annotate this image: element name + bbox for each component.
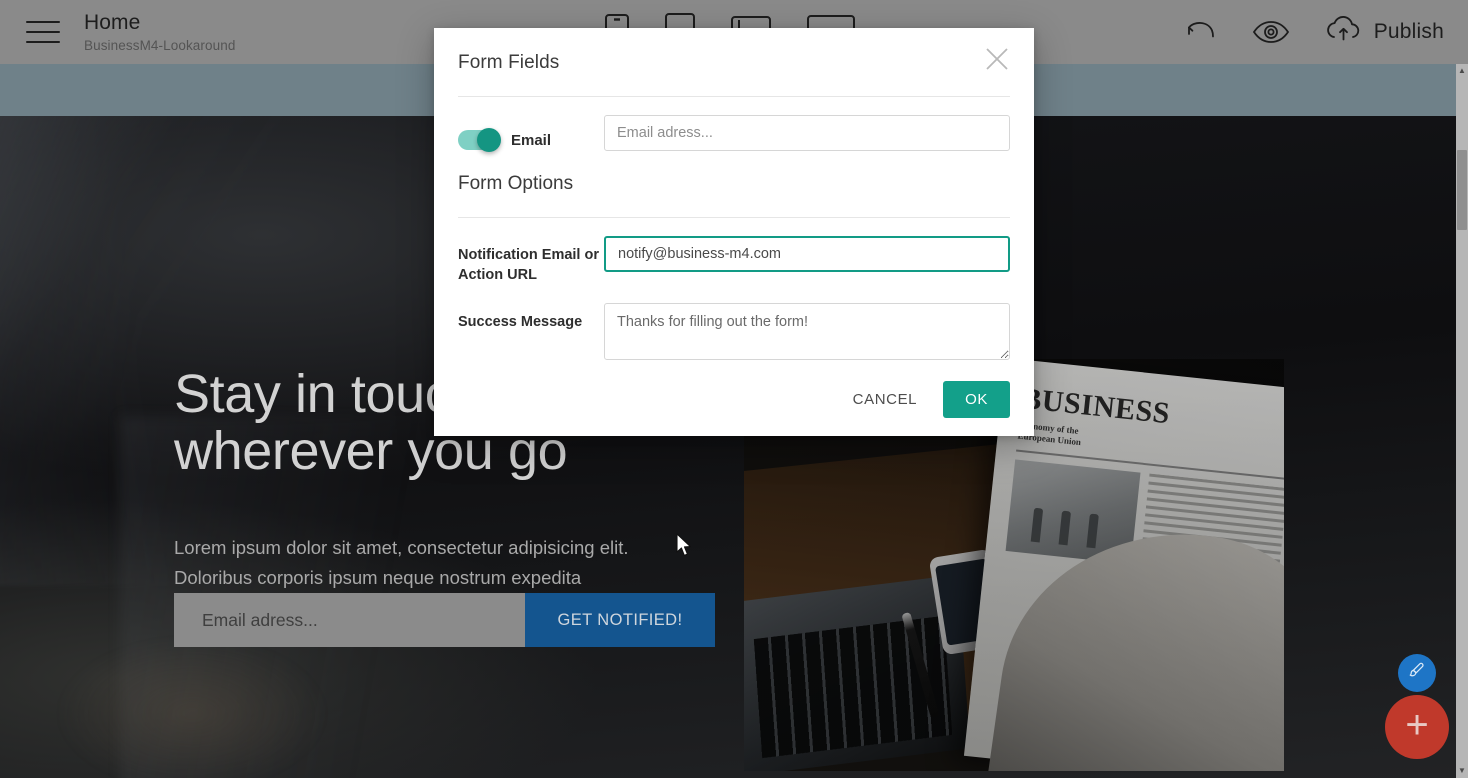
hamburger-menu-icon[interactable] [26,21,60,43]
page-scrollbar[interactable]: ▲ ▼ [1456,64,1468,778]
close-x-icon[interactable] [980,42,1014,76]
add-block-button[interactable]: + [1385,695,1449,759]
dialog-header: Form Fields [434,28,1034,74]
scroll-up-arrow[interactable]: ▲ [1456,64,1468,78]
cancel-button[interactable]: CANCEL [841,382,929,417]
notification-email-input[interactable] [604,236,1010,272]
project-title-block: Home BusinessM4-Lookaround [84,11,235,54]
field-row-success-message: Success Message [434,303,1034,365]
notification-label-col: Notification Email or Action URL [458,236,604,285]
options-divider [458,217,1010,218]
email-toggle-col: Email [458,115,604,152]
scrollbar-thumb[interactable] [1457,150,1467,230]
hero-email-input[interactable] [174,593,525,647]
email-field-toggle[interactable] [458,128,501,152]
email-field-label: Email [511,131,552,149]
success-message-label-col: Success Message [458,303,604,332]
publish-label: Publish [1373,20,1444,43]
notification-input-col [604,236,1010,272]
success-message-col [604,303,1010,365]
eye-icon[interactable] [1252,19,1290,45]
cloud-upload-icon [1324,15,1364,49]
get-notified-button[interactable]: GET NOTIFIED! [525,593,715,647]
ok-button[interactable]: OK [943,381,1010,418]
page-title: Home [84,10,141,34]
email-placeholder-input[interactable] [604,115,1010,151]
field-row-notification-email: Notification Email or Action URL [434,236,1034,285]
topbar-actions: Publish [1184,0,1444,64]
hero-paragraph-line-1: Lorem ipsum dolor sit amet, consectetur … [174,537,629,559]
dialog-title: Form Fields [458,52,560,73]
toggle-knob [477,128,501,152]
success-message-textarea[interactable] [604,303,1010,360]
paint-brush-icon [1407,661,1427,686]
publish-button[interactable]: Publish [1324,15,1444,49]
hero-paragraph-line-2: Doloribus corporis ipsum neque nostrum e… [174,567,582,589]
scroll-down-arrow[interactable]: ▼ [1456,764,1468,778]
style-editor-button[interactable] [1398,654,1436,692]
success-message-label: Success Message [458,314,583,330]
hero-paragraph: Lorem ipsum dolor sit amet, consectetur … [174,533,719,593]
email-toggle-wrap: Email [458,124,604,152]
header-divider [458,96,1010,97]
hero-signup-form: GET NOTIFIED! [174,593,715,647]
undo-arrow-icon[interactable] [1184,18,1218,46]
dialog-actions: CANCEL OK [841,381,1010,418]
email-input-col [604,115,1010,151]
plus-icon: + [1405,703,1429,747]
field-row-email: Email [434,115,1034,152]
site-name: BusinessM4-Lookaround [84,37,236,53]
notification-email-label: Notification Email or Action URL [458,247,599,283]
form-options-title: Form Options [458,173,574,194]
builder-app: Stay in touch wherever you go Lorem ipsu… [0,0,1468,778]
form-fields-dialog: Form Fields Email Email adress... Form O… [434,28,1034,436]
